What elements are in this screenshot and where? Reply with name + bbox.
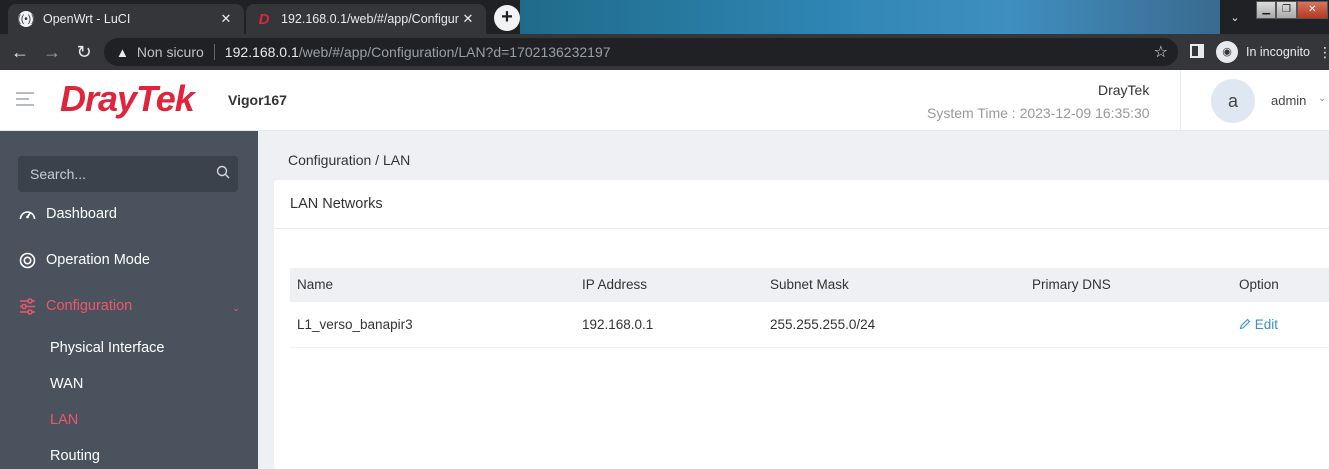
header-primary-dns[interactable]: Primary DNS: [1032, 268, 1111, 302]
table-row: L1_verso_banapir3 192.168.0.1 255.255.25…: [290, 302, 1329, 348]
configuration-chevron-down-icon[interactable]: ⌄: [232, 303, 240, 314]
tab-openwrt[interactable]: ((•)) OpenWrt - LuCI ✕: [8, 4, 244, 34]
app-header: DrayTek Vigor167 DrayTek System Time : 2…: [0, 70, 1329, 131]
draytek-logo: DrayTek: [60, 78, 195, 119]
cell-subnet-mask: 255.255.255.0/24: [770, 317, 876, 332]
forward-arrow-icon[interactable]: →: [40, 40, 64, 64]
sidebar-item-label: Configuration: [46, 298, 133, 314]
system-time: System Time : 2023-12-09 16:35:30: [927, 105, 1150, 121]
edit-button[interactable]: Edit: [1239, 302, 1278, 348]
sidebar-item-configuration[interactable]: Configuration: [18, 294, 132, 318]
incognito-indicator[interactable]: ◉ In incognito: [1216, 40, 1310, 64]
sidebar-search[interactable]: [18, 156, 238, 192]
header-ip-address[interactable]: IP Address: [582, 268, 647, 302]
card-divider: [274, 228, 1329, 229]
address-separator: [213, 44, 215, 60]
sliders-icon: [20, 297, 35, 315]
tab-strip-background: [520, 0, 1220, 34]
close-tab-icon[interactable]: ✕: [460, 11, 476, 27]
more-menu-icon[interactable]: ⋮: [1318, 44, 1329, 61]
pencil-icon: [1239, 318, 1251, 330]
close-window-icon[interactable]: ✕: [1296, 1, 1328, 19]
header-subnet-mask[interactable]: Subnet Mask: [770, 268, 849, 302]
cycle-icon: [19, 252, 36, 268]
sidebar-item-dashboard[interactable]: Dashboard: [18, 202, 117, 226]
new-tab-button[interactable]: +: [494, 5, 520, 31]
lan-networks-card: LAN Networks Name IP Address Subnet Mask…: [274, 180, 1329, 469]
window-controls: ▁ ❐ ✕: [1256, 1, 1328, 19]
browser-toolbar: ← → ↻ ▲ Non sicuro 192.168.0.1 /web/#/ap…: [0, 34, 1329, 70]
username[interactable]: admin: [1271, 93, 1306, 108]
tab-title: OpenWrt - LuCI: [43, 12, 131, 26]
brand-label: DrayTek: [1098, 82, 1150, 98]
side-panel-icon[interactable]: [1190, 44, 1204, 58]
gauge-icon: [19, 210, 36, 219]
browser-tab-strip: ((•)) OpenWrt - LuCI ✕ D 192.168.0.1/web…: [0, 0, 1329, 34]
hamburger-menu-icon[interactable]: [16, 92, 34, 106]
maximize-icon[interactable]: ❐: [1276, 1, 1297, 19]
card-title: LAN Networks: [290, 196, 383, 212]
bookmark-star-icon[interactable]: ☆: [1154, 42, 1168, 62]
search-icon[interactable]: [216, 165, 230, 179]
tab-search-chevron-icon[interactable]: ⌄: [1222, 5, 1248, 31]
header-divider: [1180, 70, 1181, 130]
tab-title: 192.168.0.1/web/#/app/Configur: [281, 12, 459, 26]
warning-icon: ▲: [116, 44, 129, 60]
address-bar[interactable]: ▲ Non sicuro 192.168.0.1 /web/#/app/Conf…: [104, 38, 1178, 66]
header-option: Option: [1239, 277, 1279, 292]
tab-draytek[interactable]: D 192.168.0.1/web/#/app/Configur ✕: [246, 4, 486, 34]
openwrt-favicon-icon: ((•)): [18, 11, 34, 27]
search-input[interactable]: [30, 166, 200, 182]
incognito-label: In incognito: [1246, 45, 1310, 59]
sidebar-item-operation-mode[interactable]: Operation Mode: [18, 248, 150, 272]
minimize-icon[interactable]: ▁: [1256, 1, 1277, 19]
cell-ip-address: 192.168.0.1: [582, 317, 654, 332]
close-tab-icon[interactable]: ✕: [218, 11, 234, 27]
breadcrumb: Configuration / LAN: [288, 152, 411, 168]
back-arrow-icon[interactable]: ←: [8, 40, 32, 64]
sidebar: Dashboard Operation Mode Configuration ⌄…: [0, 131, 258, 469]
table-header: Name IP Address Subnet Mask Primary DNS …: [290, 268, 1329, 302]
main-content: Configuration / LAN LAN Networks Name IP…: [258, 131, 1329, 469]
reload-icon[interactable]: ↻: [72, 40, 96, 64]
header-name[interactable]: Name: [297, 268, 333, 302]
lan-table: Name IP Address Subnet Mask Primary DNS …: [290, 268, 1329, 348]
sidebar-item-label: Operation Mode: [46, 252, 150, 268]
url-host: 192.168.0.1: [224, 44, 299, 60]
device-model: Vigor167: [228, 92, 287, 108]
sidebar-subitem-lan[interactable]: LAN: [50, 412, 78, 428]
sidebar-subitem-wan[interactable]: WAN: [50, 376, 83, 392]
user-chevron-down-icon[interactable]: ⌄: [1318, 93, 1326, 104]
sidebar-item-label: Dashboard: [46, 206, 117, 222]
sidebar-subitem-routing[interactable]: Routing: [50, 448, 100, 464]
security-label: Non sicuro: [136, 44, 204, 60]
sidebar-subitem-physical-interface[interactable]: Physical Interface: [50, 340, 164, 356]
draytek-favicon-icon: D: [258, 10, 270, 28]
url-path: /web/#/app/Configuration/LAN?d=170213623…: [298, 44, 611, 60]
avatar[interactable]: a: [1211, 79, 1255, 123]
incognito-icon: ◉: [1216, 41, 1238, 63]
cell-name: L1_verso_banapir3: [297, 317, 413, 332]
edit-label: Edit: [1254, 317, 1279, 332]
